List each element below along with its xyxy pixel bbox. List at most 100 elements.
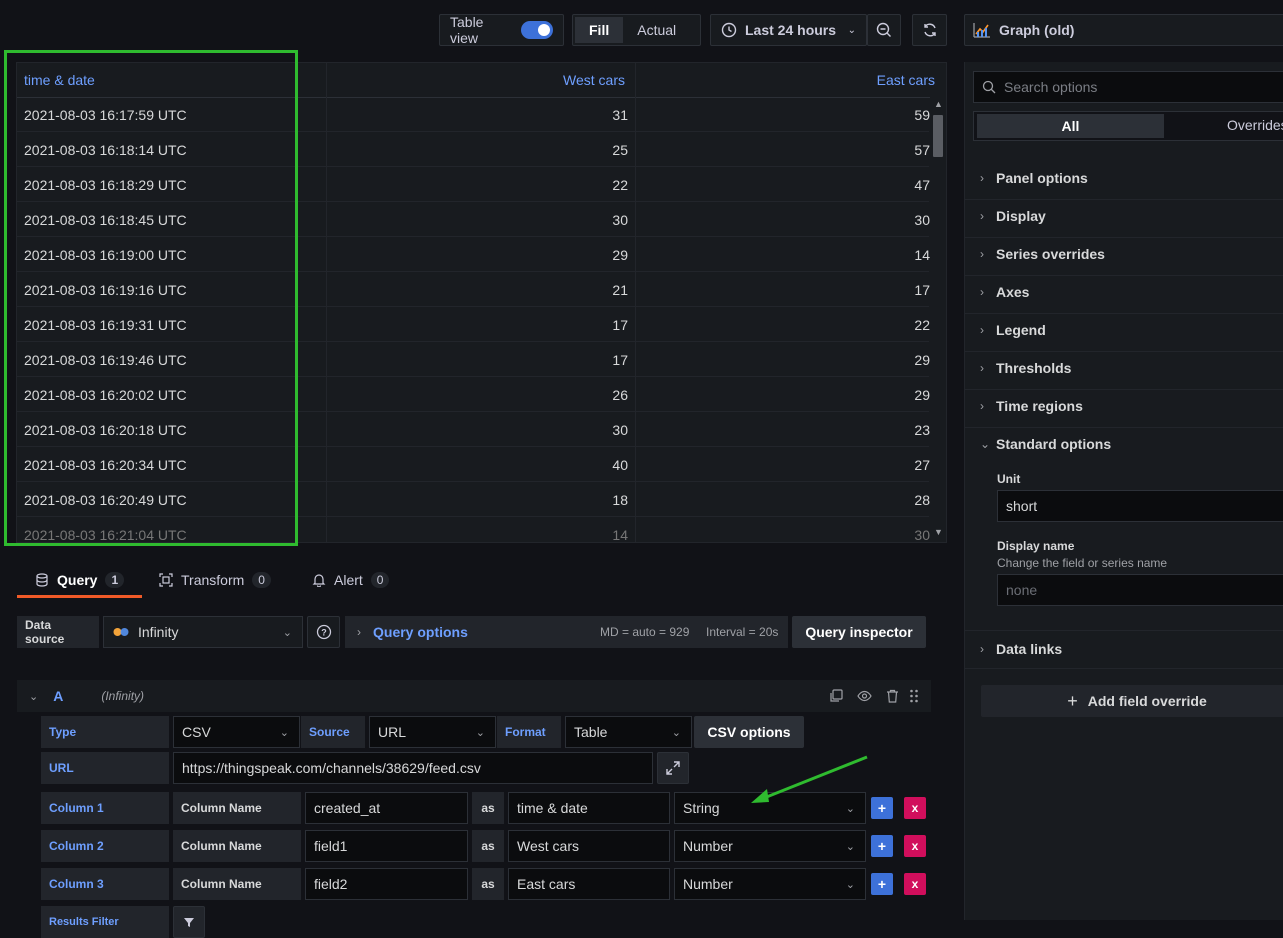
chevron-down-icon: ⌄ xyxy=(279,726,289,739)
fill-button[interactable]: Fill xyxy=(575,17,624,43)
section-axes[interactable]: › Axes xyxy=(980,284,1029,300)
scroll-down-icon[interactable]: ▼ xyxy=(934,527,943,537)
format-label: Format xyxy=(497,716,561,748)
fill-actual-toggle: Fill Actual xyxy=(572,14,701,46)
url-input[interactable]: https://thingspeak.com/channels/38629/fe… xyxy=(173,752,653,784)
zoom-out-button[interactable] xyxy=(867,14,901,46)
add-field-override-button[interactable]: + Add field override xyxy=(981,685,1283,717)
add-column-button[interactable]: + xyxy=(871,873,893,895)
source-label: Source xyxy=(301,716,365,748)
chevron-down-icon: ⌄ xyxy=(282,626,292,639)
cell-east-cars: 22 xyxy=(914,317,930,333)
add-column-button[interactable]: + xyxy=(871,835,893,857)
table-view-toggle[interactable]: Table view xyxy=(439,14,564,46)
cell-west-cars: 26 xyxy=(612,387,628,403)
bell-icon xyxy=(312,574,326,587)
section-panel-options[interactable]: › Panel options xyxy=(980,170,1088,186)
eye-icon[interactable] xyxy=(857,689,872,703)
cell-west-cars: 22 xyxy=(612,177,628,193)
tab-query[interactable]: Query 1 xyxy=(35,572,125,588)
remove-column-button[interactable]: x xyxy=(904,873,926,895)
results-filter-label: Results Filter xyxy=(41,906,169,938)
tab-alert[interactable]: Alert 0 xyxy=(312,572,390,588)
chevron-down-icon: ⌄ xyxy=(980,437,991,451)
help-button[interactable]: ? xyxy=(307,616,340,648)
chevron-down-icon: ⌄ xyxy=(475,726,485,739)
cell-east-cars: 29 xyxy=(914,352,930,368)
type-value: CSV xyxy=(182,724,211,740)
csv-options-button[interactable]: CSV options xyxy=(694,716,804,748)
column-header-east[interactable]: East cars xyxy=(877,72,935,88)
time-range-picker[interactable]: Last 24 hours ⌄ xyxy=(710,14,867,46)
section-legend[interactable]: › Legend xyxy=(980,322,1046,338)
actual-button[interactable]: Actual xyxy=(623,17,690,43)
scroll-thumb[interactable] xyxy=(933,115,943,157)
divider xyxy=(965,237,1283,238)
search-options-input[interactable]: Search options xyxy=(973,71,1283,103)
column-type-select[interactable]: Number ⌄ xyxy=(674,830,866,862)
visualization-picker[interactable]: Graph (old) xyxy=(964,14,1283,46)
trash-icon[interactable] xyxy=(886,689,899,703)
chevron-down-icon: ⌄ xyxy=(847,24,856,36)
source-select[interactable]: URL ⌄ xyxy=(369,716,496,748)
unit-input[interactable]: short xyxy=(997,490,1283,522)
section-time-regions[interactable]: › Time regions xyxy=(980,398,1083,414)
column-selector-input[interactable]: field2 xyxy=(305,868,468,900)
tab-all[interactable]: All xyxy=(977,114,1164,138)
cell-west-cars: 17 xyxy=(612,317,628,333)
column-alias-input[interactable]: West cars xyxy=(508,830,670,862)
visualization-label: Graph (old) xyxy=(999,22,1075,38)
section-display[interactable]: › Display xyxy=(980,208,1046,224)
collapse-icon[interactable]: ⌄ xyxy=(29,690,38,703)
format-select[interactable]: Table ⌄ xyxy=(565,716,692,748)
chevron-right-icon: › xyxy=(980,323,984,337)
chevron-down-icon: ⌄ xyxy=(845,878,855,891)
chevron-down-icon: ⌄ xyxy=(671,726,681,739)
scroll-up-icon[interactable]: ▲ xyxy=(934,99,943,109)
tab-query-label: Query xyxy=(57,572,98,588)
cell-west-cars: 30 xyxy=(612,212,628,228)
remove-column-button[interactable]: x xyxy=(904,835,926,857)
divider xyxy=(965,630,1283,631)
tab-transform[interactable]: Transform 0 xyxy=(159,572,271,588)
refresh-button[interactable] xyxy=(912,14,947,46)
tab-overrides[interactable]: Overrides xyxy=(1227,117,1283,133)
expand-url-button[interactable] xyxy=(657,752,689,784)
column-3-label: Column 3 xyxy=(41,868,169,900)
cell-east-cars: 47 xyxy=(914,177,930,193)
section-data-links[interactable]: › Data links xyxy=(980,641,1062,657)
column-alias-input[interactable]: East cars xyxy=(508,868,670,900)
remove-column-button[interactable]: x xyxy=(904,797,926,819)
display-name-input[interactable]: none xyxy=(997,574,1283,606)
section-thresholds[interactable]: › Thresholds xyxy=(980,360,1071,376)
query-ref-id[interactable]: A xyxy=(53,688,63,704)
column-header-west[interactable]: West cars xyxy=(563,72,625,88)
query-inspector-button[interactable]: Query inspector xyxy=(792,616,926,648)
section-series-overrides[interactable]: › Series overrides xyxy=(980,246,1105,262)
active-tab-underline xyxy=(17,595,142,598)
chevron-right-icon: › xyxy=(980,209,984,223)
duplicate-icon[interactable] xyxy=(829,689,843,703)
format-value: Table xyxy=(574,724,608,740)
table-view-switch[interactable] xyxy=(520,21,553,39)
transform-icon xyxy=(159,573,173,587)
section-standard-options[interactable]: ⌄ Standard options xyxy=(980,436,1111,452)
table-view-label: Table view xyxy=(450,14,484,46)
filter-icon xyxy=(184,918,194,927)
chevron-right-icon: › xyxy=(980,361,984,375)
tab-query-count: 1 xyxy=(105,572,125,588)
column-selector-input[interactable]: created_at xyxy=(305,792,468,824)
display-name-label: Display name xyxy=(997,539,1075,553)
as-label: as xyxy=(472,792,504,824)
query-options-bar[interactable]: › Query options MD = auto = 929 Interval… xyxy=(345,616,788,648)
drag-handle-icon[interactable] xyxy=(909,689,919,703)
results-filter-button[interactable] xyxy=(173,906,205,938)
column-type-select[interactable]: Number ⌄ xyxy=(674,868,866,900)
query-row-header[interactable]: ⌄ A (Infinity) xyxy=(17,680,931,712)
table-scrollbar[interactable]: ▲ ▼ xyxy=(930,97,946,542)
column-selector-input[interactable]: field1 xyxy=(305,830,468,862)
type-select[interactable]: CSV ⌄ xyxy=(173,716,300,748)
chevron-right-icon: › xyxy=(980,399,984,413)
column-alias-input[interactable]: time & date xyxy=(508,792,670,824)
data-source-picker[interactable]: Infinity ⌄ xyxy=(103,616,303,648)
